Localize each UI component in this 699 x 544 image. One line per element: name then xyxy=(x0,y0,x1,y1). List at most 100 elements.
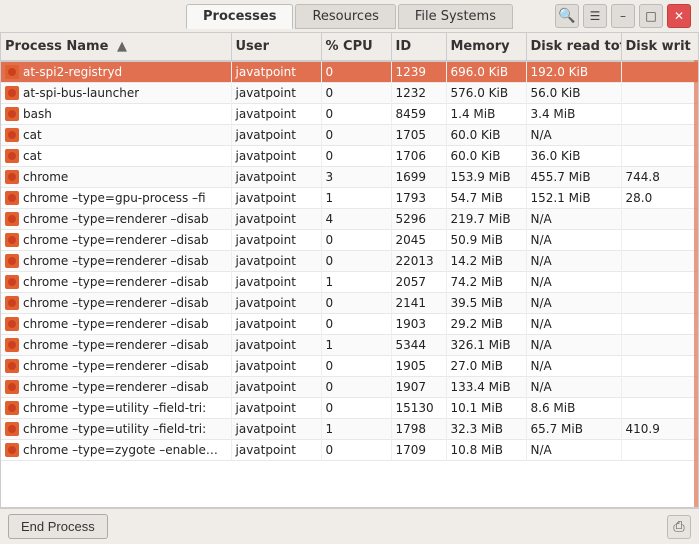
cell-memory: 29.2 MiB xyxy=(446,314,526,335)
cell-cpu: 0 xyxy=(321,293,391,314)
cell-name: chrome –type=utility –field-tri: xyxy=(1,419,231,440)
cell-user: javatpoint xyxy=(231,356,321,377)
process-icon xyxy=(5,233,19,247)
process-icon xyxy=(5,170,19,184)
cell-disk-write xyxy=(621,272,699,293)
cell-user: javatpoint xyxy=(231,398,321,419)
end-process-button[interactable]: End Process xyxy=(8,514,108,539)
cell-user: javatpoint xyxy=(231,104,321,125)
table-row[interactable]: chrome –type=zygote –enable-javatpoint j… xyxy=(1,440,699,461)
process-table-container[interactable]: Process Name ▲ User % CPU ID Memory Disk… xyxy=(0,32,699,508)
cell-cpu: 0 xyxy=(321,83,391,104)
cell-user: javatpoint xyxy=(231,335,321,356)
cell-name: at-spi-bus-launcher xyxy=(1,83,231,104)
cell-cpu: 0 xyxy=(321,104,391,125)
cell-disk-write xyxy=(621,61,699,83)
cell-cpu: 0 xyxy=(321,398,391,419)
cell-cpu: 0 xyxy=(321,440,391,461)
footer: End Process ⎙ xyxy=(0,508,699,544)
cell-memory: 576.0 KiB xyxy=(446,83,526,104)
cell-disk-read: 192.0 KiB xyxy=(526,61,621,83)
table-row[interactable]: chrome –type=renderer –disab javatpoint … xyxy=(1,209,699,230)
process-icon xyxy=(5,128,19,142)
maximize-button[interactable]: □ xyxy=(639,4,663,28)
table-row[interactable]: chrome –type=renderer –disab javatpoint … xyxy=(1,314,699,335)
table-row[interactable]: at-spi2-registryd javatpoint 0 1239 696.… xyxy=(1,61,699,83)
cell-memory: 1.4 MiB xyxy=(446,104,526,125)
cell-id: 2141 xyxy=(391,293,446,314)
cell-user: javatpoint xyxy=(231,230,321,251)
cell-cpu: 0 xyxy=(321,230,391,251)
table-row[interactable]: chrome –type=gpu-process –fi javatpoint … xyxy=(1,188,699,209)
screenshot-icon[interactable]: ⎙ xyxy=(667,515,691,539)
cell-id: 1706 xyxy=(391,146,446,167)
col-header-id[interactable]: ID xyxy=(391,33,446,61)
cell-name: chrome –type=renderer –disab xyxy=(1,230,231,251)
cell-id: 1699 xyxy=(391,167,446,188)
window-controls: 🔍 ☰ – □ ✕ xyxy=(555,4,691,28)
table-row[interactable]: at-spi-bus-launcher javatpoint 0 1232 57… xyxy=(1,83,699,104)
cell-disk-write xyxy=(621,104,699,125)
cell-name: chrome –type=renderer –disab xyxy=(1,335,231,356)
table-row[interactable]: chrome –type=renderer –disab javatpoint … xyxy=(1,377,699,398)
minimize-button[interactable]: – xyxy=(611,4,635,28)
close-button[interactable]: ✕ xyxy=(667,4,691,28)
cell-name: chrome –type=renderer –disab xyxy=(1,377,231,398)
cell-disk-read: 65.7 MiB xyxy=(526,419,621,440)
cell-memory: 153.9 MiB xyxy=(446,167,526,188)
table-row[interactable]: chrome –type=renderer –disab javatpoint … xyxy=(1,356,699,377)
col-header-disk-read[interactable]: Disk read tota xyxy=(526,33,621,61)
cell-id: 2045 xyxy=(391,230,446,251)
cell-name: at-spi2-registryd xyxy=(1,61,231,83)
search-icon[interactable]: 🔍 xyxy=(555,4,579,28)
col-header-disk-write[interactable]: Disk writ xyxy=(621,33,699,61)
table-row[interactable]: bash javatpoint 0 8459 1.4 MiB 3.4 MiB xyxy=(1,104,699,125)
cell-id: 5344 xyxy=(391,335,446,356)
cell-user: javatpoint xyxy=(231,146,321,167)
process-icon xyxy=(5,191,19,205)
cell-disk-read: N/A xyxy=(526,293,621,314)
process-icon xyxy=(5,317,19,331)
table-row[interactable]: chrome –type=renderer –disab javatpoint … xyxy=(1,230,699,251)
table-header-row: Process Name ▲ User % CPU ID Memory Disk… xyxy=(1,33,699,61)
table-row[interactable]: cat javatpoint 0 1706 60.0 KiB 36.0 KiB xyxy=(1,146,699,167)
cell-cpu: 4 xyxy=(321,209,391,230)
menu-icon[interactable]: ☰ xyxy=(583,4,607,28)
cell-disk-read: N/A xyxy=(526,335,621,356)
cell-disk-read: 152.1 MiB xyxy=(526,188,621,209)
process-icon xyxy=(5,254,19,268)
cell-cpu: 1 xyxy=(321,272,391,293)
col-header-name[interactable]: Process Name ▲ xyxy=(1,33,231,61)
cell-user: javatpoint xyxy=(231,377,321,398)
cell-disk-write xyxy=(621,251,699,272)
cell-disk-write xyxy=(621,83,699,104)
tab-filesystems[interactable]: File Systems xyxy=(398,4,513,29)
table-row[interactable]: chrome –type=utility –field-tri: javatpo… xyxy=(1,419,699,440)
cell-user: javatpoint xyxy=(231,293,321,314)
process-icon xyxy=(5,107,19,121)
cell-disk-read: N/A xyxy=(526,440,621,461)
cell-cpu: 0 xyxy=(321,146,391,167)
table-row[interactable]: chrome –type=renderer –disab javatpoint … xyxy=(1,251,699,272)
table-row[interactable]: chrome –type=renderer –disab javatpoint … xyxy=(1,335,699,356)
table-row[interactable]: chrome –type=renderer –disab javatpoint … xyxy=(1,293,699,314)
tab-processes[interactable]: Processes xyxy=(186,4,293,29)
cell-memory: 60.0 KiB xyxy=(446,125,526,146)
table-row[interactable]: chrome javatpoint 3 1699 153.9 MiB 455.7… xyxy=(1,167,699,188)
table-row[interactable]: chrome –type=renderer –disab javatpoint … xyxy=(1,272,699,293)
cell-disk-read: N/A xyxy=(526,125,621,146)
col-header-memory[interactable]: Memory xyxy=(446,33,526,61)
cell-disk-read: N/A xyxy=(526,230,621,251)
process-icon xyxy=(5,338,19,352)
col-header-cpu[interactable]: % CPU xyxy=(321,33,391,61)
cell-disk-write: 410.9 xyxy=(621,419,699,440)
table-row[interactable]: chrome –type=utility –field-tri: javatpo… xyxy=(1,398,699,419)
tab-resources[interactable]: Resources xyxy=(295,4,395,29)
col-header-user[interactable]: User xyxy=(231,33,321,61)
cell-disk-read: N/A xyxy=(526,314,621,335)
cell-disk-write xyxy=(621,146,699,167)
process-icon xyxy=(5,275,19,289)
cell-cpu: 0 xyxy=(321,356,391,377)
cell-disk-write xyxy=(621,398,699,419)
table-row[interactable]: cat javatpoint 0 1705 60.0 KiB N/A xyxy=(1,125,699,146)
